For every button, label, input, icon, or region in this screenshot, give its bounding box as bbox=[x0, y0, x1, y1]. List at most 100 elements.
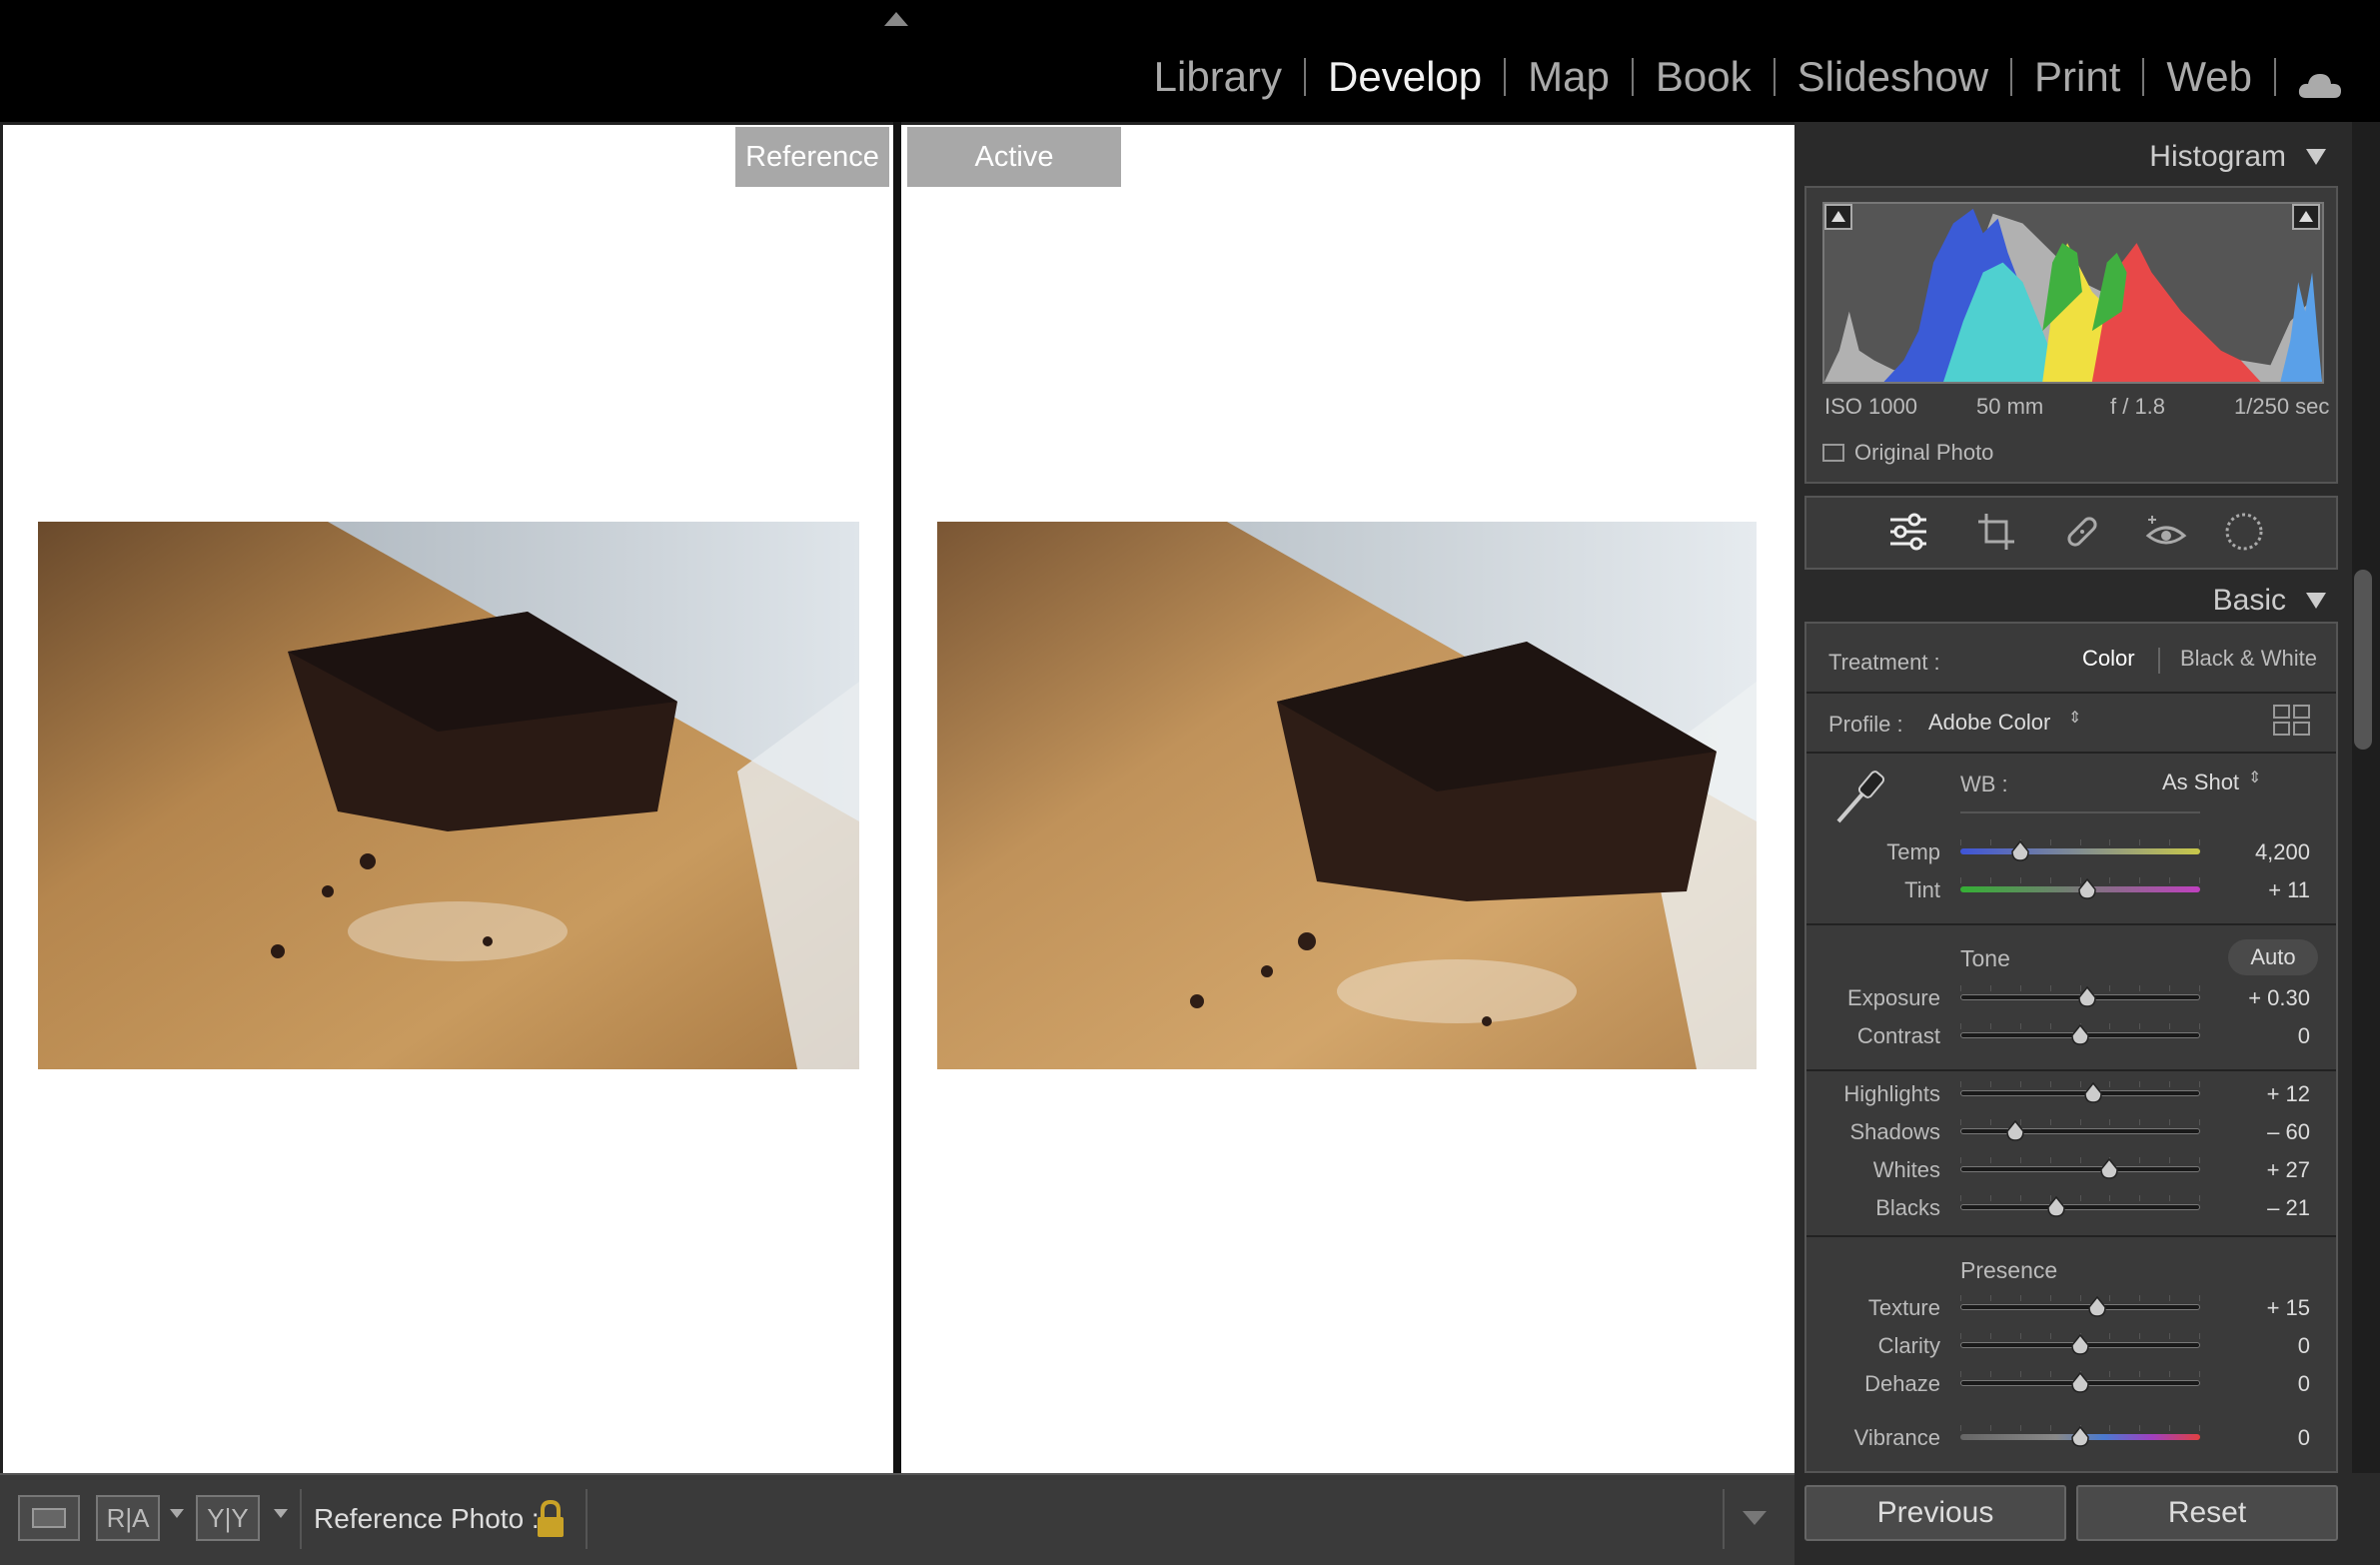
slider-tick bbox=[1960, 1425, 1961, 1431]
histogram-title: Histogram bbox=[2149, 140, 2286, 173]
module-print[interactable]: Print bbox=[2012, 52, 2142, 102]
loupe-view-button[interactable] bbox=[18, 1495, 80, 1541]
profile-dropdown-chevron-icon[interactable]: ⇕ bbox=[2068, 708, 2081, 728]
healing-icon[interactable] bbox=[2060, 510, 2104, 554]
treatment-color-button[interactable]: Color bbox=[2082, 646, 2135, 672]
temp-value[interactable]: 4,200 bbox=[2220, 839, 2310, 865]
highlights-slider-thumb[interactable] bbox=[2082, 1081, 2104, 1104]
exposure-value[interactable]: + 0.30 bbox=[2220, 985, 2310, 1011]
dehaze-slider-thumb[interactable] bbox=[2069, 1371, 2091, 1394]
tint-value[interactable]: + 11 bbox=[2220, 877, 2310, 903]
red-eye-icon[interactable] bbox=[2144, 510, 2188, 554]
module-library[interactable]: Library bbox=[1132, 52, 1304, 102]
exposure-label: Exposure bbox=[1847, 985, 1940, 1010]
collapse-triangle-icon[interactable] bbox=[2306, 149, 2326, 165]
active-photo[interactable] bbox=[937, 522, 1757, 1069]
wb-dropdown-chevron-icon[interactable]: ⇕ bbox=[2248, 768, 2261, 787]
blacks-value[interactable]: – 21 bbox=[2220, 1195, 2310, 1221]
right-panel-scrollbar[interactable] bbox=[2352, 122, 2380, 1473]
collapse-top-panel-icon[interactable] bbox=[884, 12, 908, 26]
slider-tick bbox=[1989, 1081, 1991, 1087]
slider-tick bbox=[2199, 1081, 2200, 1087]
vibrance-slider-thumb[interactable] bbox=[2069, 1425, 2091, 1448]
slider-tick bbox=[2169, 1295, 2171, 1301]
slider-tick bbox=[2109, 1333, 2111, 1339]
previous-button[interactable]: Previous bbox=[1804, 1485, 2066, 1541]
slider-tick bbox=[2109, 877, 2111, 883]
histogram-graph[interactable] bbox=[1822, 202, 2324, 384]
clarity-value[interactable]: 0 bbox=[2220, 1333, 2310, 1359]
crop-icon[interactable] bbox=[1974, 510, 2018, 554]
basic-header[interactable]: Basic bbox=[2213, 584, 2326, 618]
module-map[interactable]: Map bbox=[1506, 52, 1632, 102]
dehaze-value[interactable]: 0 bbox=[2220, 1371, 2310, 1397]
module-picker: Library Develop Map Book Slideshow Print… bbox=[1132, 52, 2342, 102]
slider-tick bbox=[1989, 985, 1991, 991]
whites-slider-thumb[interactable] bbox=[2098, 1157, 2120, 1180]
module-book[interactable]: Book bbox=[1634, 52, 1774, 102]
edit-sliders-icon[interactable] bbox=[1886, 510, 1930, 554]
exif-focal-length: 50 mm bbox=[1976, 394, 2044, 419]
contrast-slider-thumb[interactable] bbox=[2069, 1023, 2091, 1046]
lock-icon[interactable] bbox=[534, 1497, 568, 1541]
toolbar-content-dropdown-icon[interactable] bbox=[1743, 1511, 1767, 1525]
slider-tick bbox=[2169, 1425, 2171, 1431]
texture-value[interactable]: + 15 bbox=[2220, 1295, 2310, 1321]
cloud-sync-icon[interactable] bbox=[2298, 62, 2342, 98]
shadows-slider-thumb[interactable] bbox=[2004, 1119, 2026, 1142]
lightroom-window: { "modules": { "library": "Library", "de… bbox=[0, 0, 2380, 1565]
slider-tick bbox=[2199, 1425, 2200, 1431]
checkbox-icon[interactable] bbox=[1822, 444, 1844, 462]
tint-slider-thumb[interactable] bbox=[2076, 877, 2098, 900]
whites-value[interactable]: + 27 bbox=[2220, 1157, 2310, 1183]
slider-tick bbox=[2169, 1195, 2171, 1201]
shadows-value[interactable]: – 60 bbox=[2220, 1119, 2310, 1145]
slider-tick bbox=[2049, 877, 2051, 883]
slider-tick bbox=[2019, 1425, 2021, 1431]
slider-tick bbox=[2139, 1157, 2141, 1163]
exposure-slider-thumb[interactable] bbox=[2076, 985, 2098, 1008]
collapse-triangle-icon[interactable] bbox=[2306, 593, 2326, 609]
module-develop[interactable]: Develop bbox=[1306, 52, 1504, 102]
texture-slider-thumb[interactable] bbox=[2086, 1295, 2108, 1318]
slider-tick bbox=[1960, 1333, 1961, 1339]
before-after-button[interactable]: Y|Y bbox=[196, 1495, 260, 1541]
slider-tick bbox=[2139, 1333, 2141, 1339]
wb-dropdown[interactable]: As Shot bbox=[2162, 770, 2239, 795]
scrollbar-thumb[interactable] bbox=[2354, 570, 2372, 750]
auto-tone-button[interactable]: Auto bbox=[2228, 939, 2318, 975]
original-photo-checkbox[interactable]: Original Photo bbox=[1822, 440, 1993, 466]
treatment-bw-button[interactable]: Black & White bbox=[2180, 646, 2317, 672]
reference-view-button[interactable]: R|A bbox=[96, 1495, 160, 1541]
presence-label: Presence bbox=[1960, 1257, 2058, 1283]
exif-shutter-speed: 1/250 sec bbox=[2234, 394, 2330, 419]
highlights-value[interactable]: + 12 bbox=[2220, 1081, 2310, 1107]
slider-tick bbox=[2049, 839, 2051, 845]
clarity-slider-thumb[interactable] bbox=[2069, 1333, 2091, 1356]
slider-tick bbox=[2199, 1371, 2200, 1377]
slider-tick bbox=[2139, 1295, 2141, 1301]
reset-button[interactable]: Reset bbox=[2076, 1485, 2338, 1541]
before-after-dropdown-icon[interactable] bbox=[274, 1509, 288, 1518]
profile-dropdown[interactable]: Adobe Color bbox=[1928, 710, 2050, 736]
shadow-clipping-toggle[interactable] bbox=[1824, 204, 1852, 230]
highlights-slider-ticks bbox=[1960, 1081, 2200, 1091]
module-web[interactable]: Web bbox=[2144, 52, 2274, 102]
highlight-clipping-toggle[interactable] bbox=[2292, 204, 2320, 230]
dehaze-label: Dehaze bbox=[1864, 1371, 1940, 1396]
blacks-slider-thumb[interactable] bbox=[2045, 1195, 2067, 1218]
slider-tick bbox=[2139, 839, 2141, 845]
reference-view-dropdown-icon[interactable] bbox=[170, 1509, 184, 1518]
profile-browser-icon[interactable] bbox=[2272, 704, 2312, 738]
vibrance-value[interactable]: 0 bbox=[2220, 1425, 2310, 1451]
toolbar-separator bbox=[300, 1489, 302, 1549]
contrast-value[interactable]: 0 bbox=[2220, 1023, 2310, 1049]
reference-photo[interactable] bbox=[38, 522, 859, 1069]
slider-tick bbox=[1960, 877, 1961, 883]
temp-slider-thumb[interactable] bbox=[2009, 839, 2031, 862]
slider-tick bbox=[2049, 1371, 2051, 1377]
histogram-header[interactable]: Histogram bbox=[2149, 140, 2326, 174]
masking-icon[interactable] bbox=[2222, 510, 2266, 554]
white-balance-eyedropper-icon[interactable] bbox=[1830, 764, 1890, 827]
module-slideshow[interactable]: Slideshow bbox=[1776, 52, 2010, 102]
